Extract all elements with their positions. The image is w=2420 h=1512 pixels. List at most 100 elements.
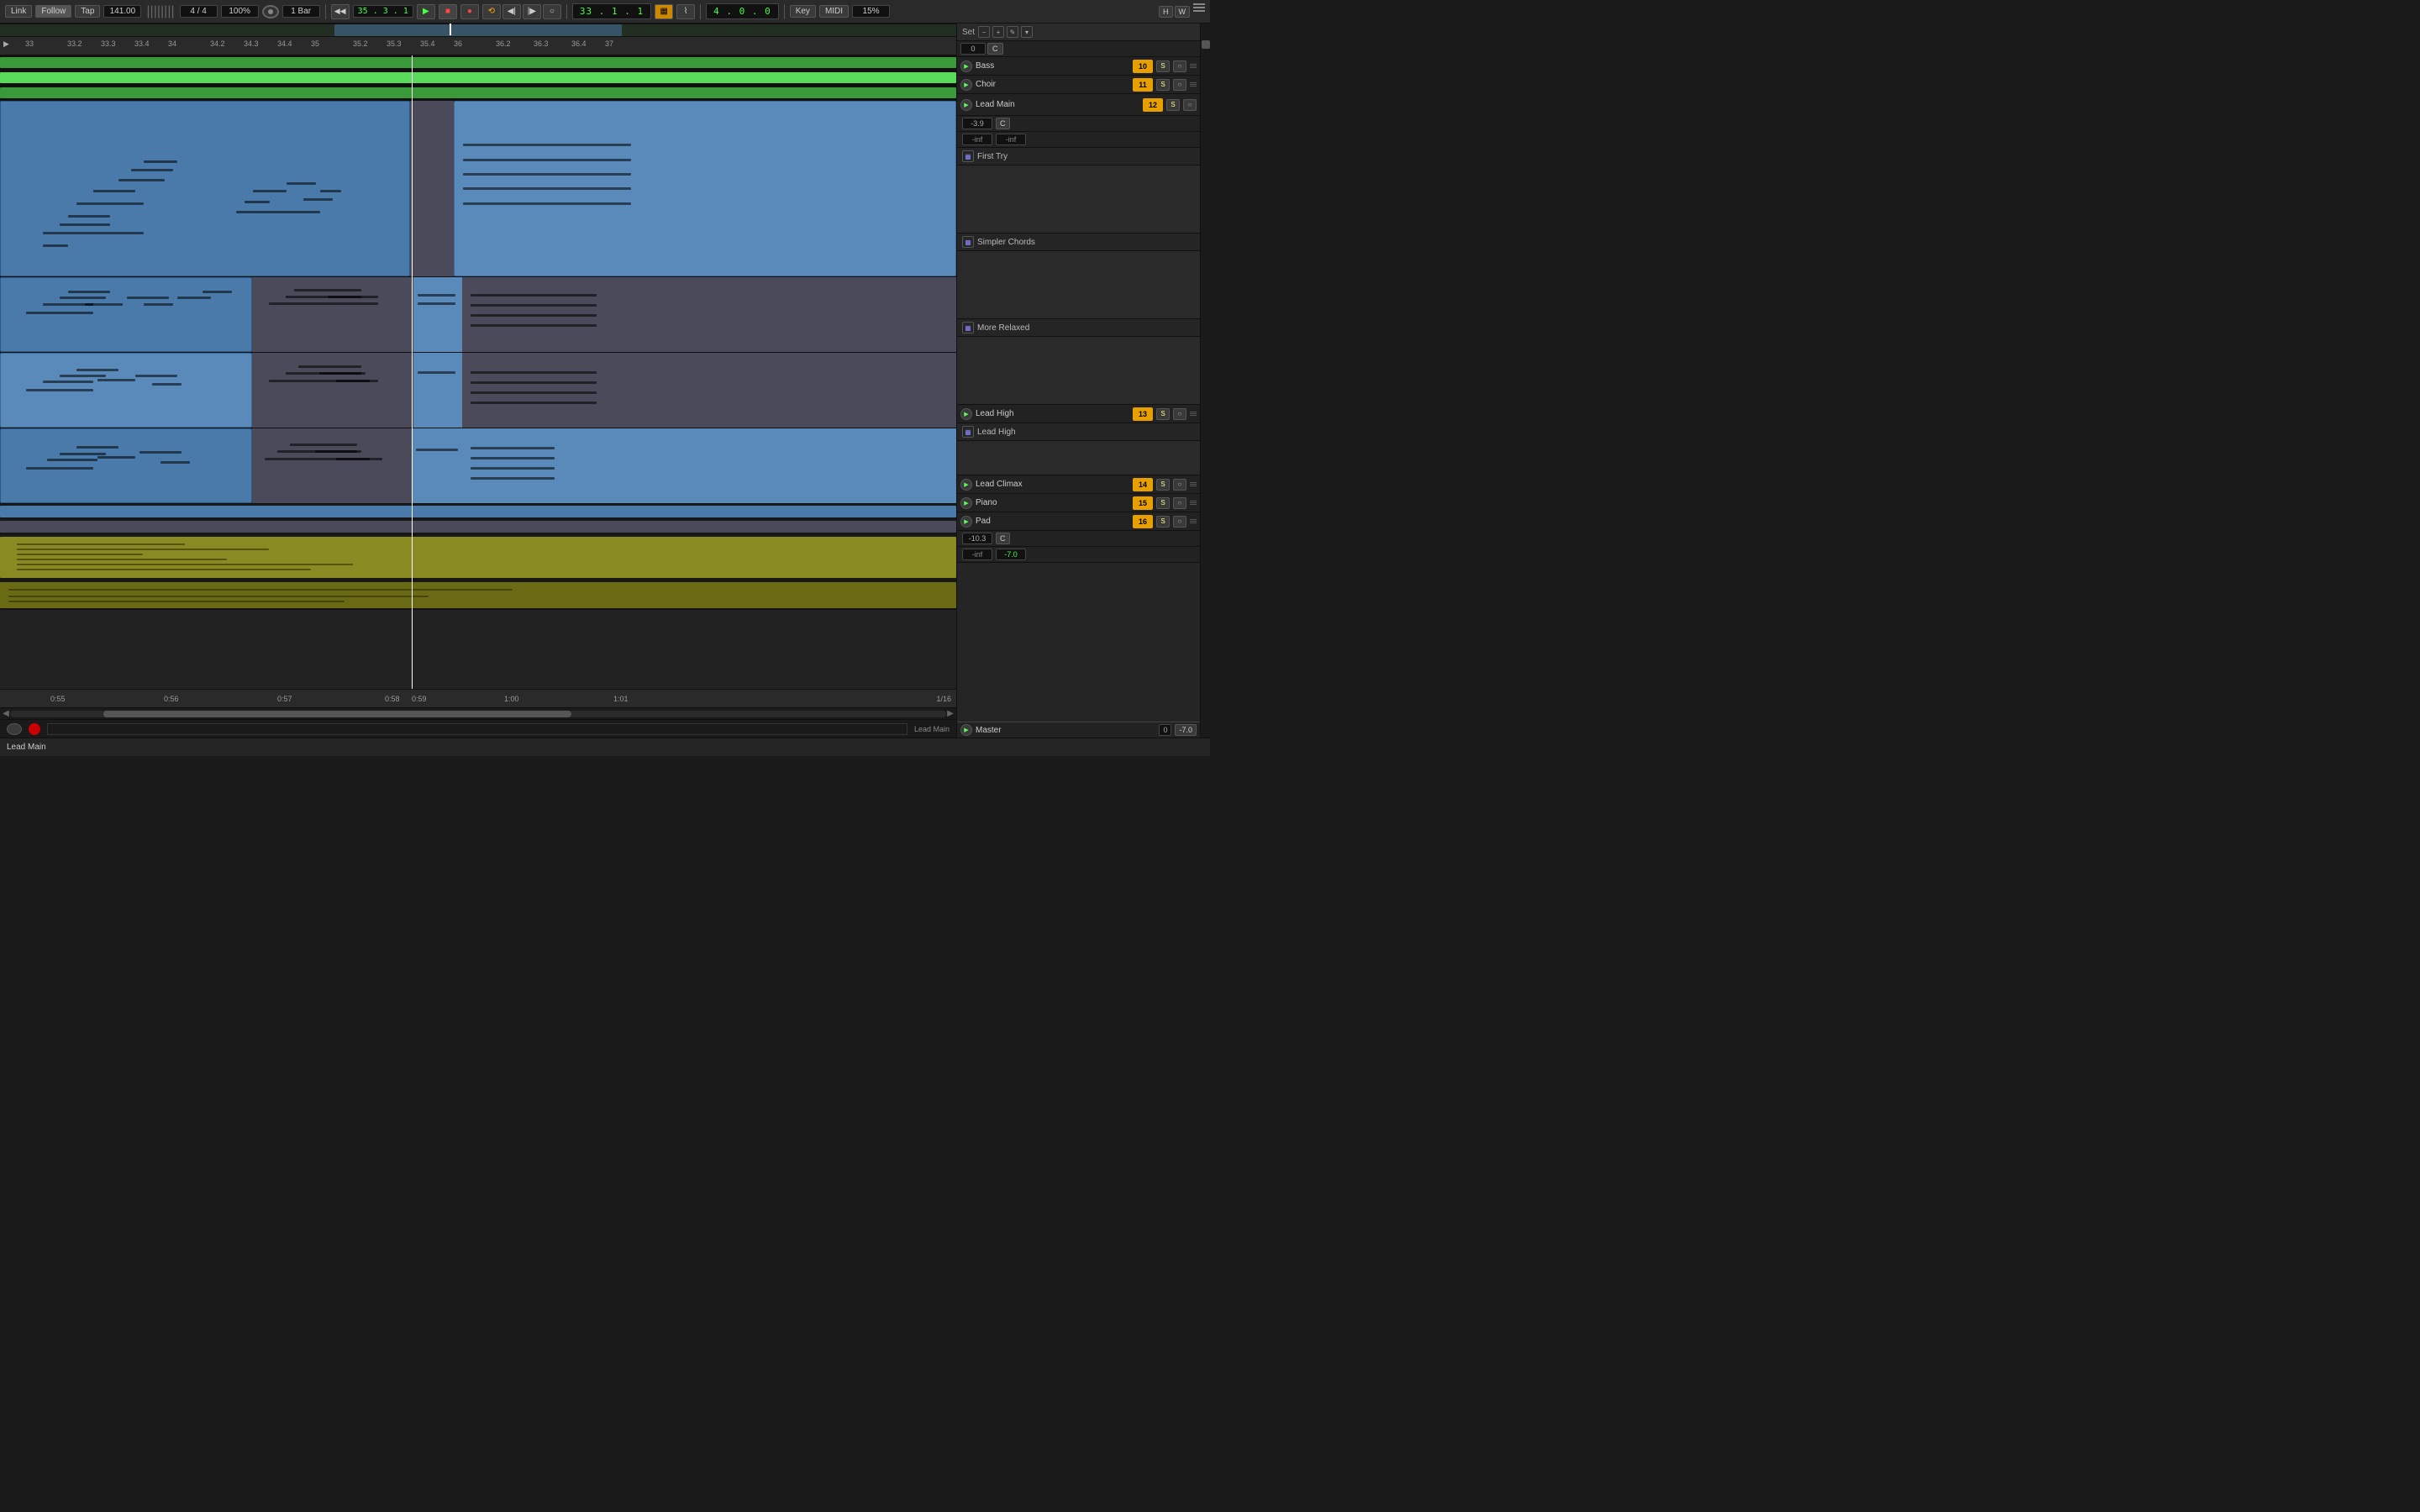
pad-clip[interactable]: [0, 582, 956, 608]
lead-main-play-btn[interactable]: ▶: [960, 99, 972, 111]
stop-button[interactable]: ■: [439, 4, 457, 19]
green3-track-row[interactable]: [0, 86, 956, 101]
scrollbar-track[interactable]: [10, 711, 946, 717]
snap-button[interactable]: ⌇: [676, 4, 695, 19]
lead-main-clip1[interactable]: [0, 101, 410, 276]
mini-overview[interactable]: [0, 24, 956, 37]
bottom-timeline[interactable]: 0:55 0:56 0:57 0:58 0:59 1:00 1:01 1/16: [0, 689, 956, 707]
more-relaxed-header[interactable]: ▦ More Relaxed: [957, 319, 1200, 337]
lead-high-resize-handle[interactable]: [1190, 412, 1197, 416]
scroll-right-btn[interactable]: ▶: [946, 709, 955, 718]
metronome-icon[interactable]: [262, 5, 279, 18]
lead-main-s-btn[interactable]: S: [1166, 99, 1180, 111]
punch-button[interactable]: ◀|: [502, 4, 521, 19]
click-button[interactable]: ○: [543, 4, 561, 19]
hw-button[interactable]: H: [1159, 6, 1173, 18]
lead-high-thin-row[interactable]: [0, 504, 956, 519]
scale-display[interactable]: 15%: [852, 5, 890, 18]
scrollbar-thumb[interactable]: [103, 711, 571, 717]
more-relaxed-icon[interactable]: ▦: [962, 322, 974, 333]
piano-play-btn[interactable]: ▶: [960, 497, 972, 509]
first-try-header[interactable]: ▦ First Try: [957, 148, 1200, 165]
quantize-display[interactable]: 1 Bar: [282, 5, 320, 18]
first-try-clip3[interactable]: [413, 277, 462, 352]
transport-mini-btn[interactable]: [7, 723, 22, 735]
first-try-clip2[interactable]: [252, 277, 413, 352]
lead-high-clip-thin[interactable]: [0, 506, 956, 517]
rewind-button[interactable]: ◀◀: [331, 4, 350, 19]
first-try-clip1[interactable]: [0, 277, 252, 352]
lead-high-header[interactable]: ▶ Lead High 13 S ○: [957, 405, 1200, 423]
lead-climax-header[interactable]: ▶ Lead Climax 14 S ○: [957, 475, 1200, 494]
lead-climax-resize-handle[interactable]: [1190, 482, 1197, 486]
tap-button[interactable]: Tap: [75, 5, 100, 18]
record-button[interactable]: ●: [460, 4, 479, 19]
first-try-icon[interactable]: ▦: [962, 150, 974, 162]
set-minus-btn[interactable]: −: [978, 26, 990, 38]
bass-o-btn[interactable]: ○: [1173, 60, 1186, 72]
key-button[interactable]: Key: [790, 5, 816, 18]
choir-track-row[interactable]: [0, 71, 956, 86]
piano-o-btn[interactable]: ○: [1173, 497, 1186, 509]
first-try-clip4[interactable]: [462, 277, 956, 352]
bass-header[interactable]: ▶ Bass 10 S ○: [957, 57, 1200, 76]
zoom-display[interactable]: 100%: [221, 5, 259, 18]
bass-track-row[interactable]: [0, 55, 956, 71]
time-sig-display[interactable]: 4 / 4: [180, 5, 218, 18]
lead-high-clip-icon[interactable]: ▦: [962, 426, 974, 438]
lead-high-play-btn[interactable]: ▶: [960, 408, 972, 420]
simpler-clip3[interactable]: [413, 353, 462, 428]
pad-resize-handle[interactable]: [1190, 519, 1197, 523]
master-play-btn[interactable]: ▶: [960, 724, 972, 736]
pad-play-btn[interactable]: ▶: [960, 516, 972, 528]
more-relaxed-clip1[interactable]: [0, 428, 252, 503]
simpler-clip2[interactable]: [252, 353, 413, 428]
piano-clip[interactable]: [0, 537, 956, 578]
more-relaxed-track-row[interactable]: [0, 428, 956, 504]
more-relaxed-clip4[interactable]: [462, 428, 956, 503]
punch-out-button[interactable]: |▶: [523, 4, 541, 19]
piano-track-row[interactable]: [0, 534, 956, 580]
pad-s-btn[interactable]: S: [1156, 516, 1170, 528]
set-plus-btn[interactable]: +: [992, 26, 1004, 38]
horizontal-scrollbar[interactable]: ◀ ▶: [0, 707, 956, 719]
set-fold-btn[interactable]: ▾: [1021, 26, 1033, 38]
lead-main-track-row[interactable]: [0, 101, 956, 277]
position-display[interactable]: 35 . 3 . 1: [353, 5, 413, 18]
choir-o-btn[interactable]: ○: [1173, 79, 1186, 91]
lead-main-o-btn[interactable]: ○: [1183, 99, 1197, 111]
lead-climax-play-btn[interactable]: ▶: [960, 479, 972, 491]
choir-s-btn[interactable]: S: [1156, 79, 1170, 91]
v-scroll-thumb[interactable]: [1202, 40, 1210, 49]
time-display[interactable]: 33 . 1 . 1: [572, 3, 651, 19]
lead-climax-thin-row[interactable]: [0, 519, 956, 534]
piano-header[interactable]: ▶ Piano 15 S ○: [957, 494, 1200, 512]
choir-header[interactable]: ▶ Choir 11 S ○: [957, 76, 1200, 94]
simpler-chords-track-row[interactable]: [0, 353, 956, 428]
lead-main-clip3[interactable]: [410, 101, 454, 276]
bpm-display[interactable]: 141.00: [103, 5, 141, 18]
hamburger-menu[interactable]: [1193, 3, 1205, 20]
vertical-scrollbar[interactable]: [1200, 24, 1210, 738]
follow-button[interactable]: Follow: [35, 5, 71, 18]
choir-play-btn[interactable]: ▶: [960, 79, 972, 91]
lead-high-clip-header[interactable]: ▦ Lead High: [957, 423, 1200, 441]
ww-button[interactable]: W: [1175, 6, 1191, 18]
simpler-chords-icon[interactable]: ▦: [962, 236, 974, 248]
play-button[interactable]: ▶: [417, 4, 435, 19]
pad-o-btn[interactable]: ○: [1173, 516, 1186, 528]
scroll-left-btn[interactable]: ◀: [2, 709, 10, 718]
lead-high-o-btn[interactable]: ○: [1173, 408, 1186, 420]
simpler-clip4[interactable]: [462, 353, 956, 428]
bass-resize-handle[interactable]: [1190, 64, 1197, 68]
simpler-clip1[interactable]: [0, 353, 252, 428]
loop-button[interactable]: ⟲: [482, 4, 501, 19]
lead-climax-o-btn[interactable]: ○: [1173, 479, 1186, 491]
pad-track-row[interactable]: [0, 580, 956, 610]
record-mini-btn[interactable]: [29, 723, 40, 735]
bass-s-btn[interactable]: S: [1156, 60, 1170, 72]
green3-clip[interactable]: [0, 87, 956, 98]
lead-climax-clip-thin[interactable]: [0, 521, 956, 533]
choir-resize-handle[interactable]: [1190, 82, 1197, 87]
lead-high-s-btn[interactable]: S: [1156, 408, 1170, 420]
